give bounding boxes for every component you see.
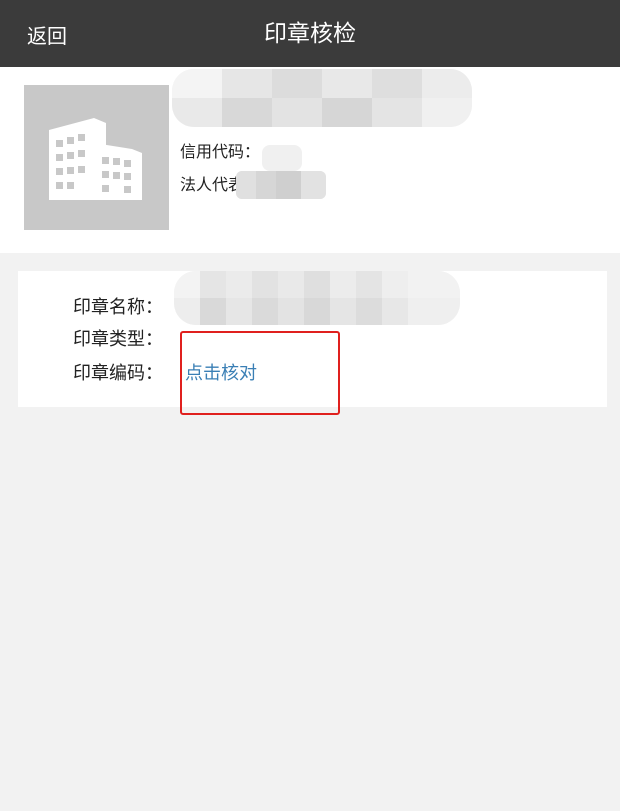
seal-card: 印章名称： 印章类型： 印章编码： 点击核对	[18, 271, 607, 415]
verify-link[interactable]: 点击核对	[185, 359, 257, 385]
redacted-seal-name	[174, 271, 460, 325]
seal-code-label: 印章编码：	[73, 363, 163, 384]
redacted-legal-rep	[236, 171, 326, 199]
seal-type-label: 印章类型：	[73, 329, 163, 350]
redacted-company-name	[172, 69, 472, 127]
seal-name-label: 印章名称：	[73, 297, 163, 318]
company-logo	[24, 85, 169, 230]
company-card: 信用代码： 法人代表	[0, 67, 620, 253]
header-bar: 返回 印章核检	[0, 0, 620, 67]
page-title: 印章核检	[264, 21, 356, 47]
credit-code-label: 信用代码：	[180, 142, 261, 161]
building-icon	[49, 118, 142, 200]
redacted-credit-code	[262, 145, 302, 171]
legal-rep-label: 法人代表	[180, 175, 245, 194]
